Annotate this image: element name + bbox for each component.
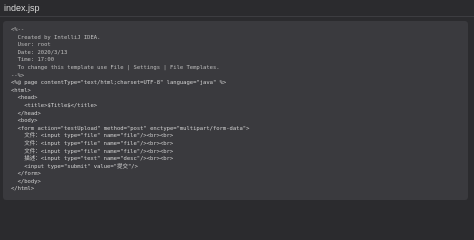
code-line: <%@ page contentType="text/html;charset=… [11, 80, 227, 87]
page-bottom-edge [0, 202, 474, 210]
code-line: <%-- [11, 27, 25, 33]
code-line: 文件：<input type="file" name="file"/><br><… [11, 140, 174, 147]
code-line: 文件：<input type="file" name="file"/><br><… [11, 133, 174, 140]
code-line: Time: 17:00 [11, 57, 55, 64]
code-line: <title>$Title$</title> [11, 102, 98, 109]
code-line: <html> [11, 87, 31, 94]
title-divider [0, 16, 474, 17]
code-line: </form> [11, 171, 41, 178]
code-block[interactable]: <%-- Created by IntelliJ IDEA. User: roo… [3, 21, 468, 200]
code-line: User: root [11, 42, 51, 49]
code-viewer-page: index.jsp <%-- Created by IntelliJ IDEA.… [0, 0, 474, 210]
file-name-title: index.jsp [4, 3, 40, 13]
code-line: 描述：<input type="text" name="desc"/><br><… [11, 156, 174, 163]
code-line: <head> [11, 95, 38, 102]
code-line: </html> [11, 186, 35, 193]
code-line: <input type="submit" value="提交"/> [11, 163, 138, 170]
code-line: 文件：<input type="file" name="file"/><br><… [11, 148, 174, 155]
code-lines: <%-- Created by IntelliJ IDEA. User: roo… [11, 27, 249, 194]
code-line: <body> [11, 118, 38, 125]
code-line: Date: 2020/3/13 [11, 49, 68, 56]
code-line: --%> [11, 72, 25, 79]
code-line: </head> [11, 110, 41, 117]
code-line: Created by IntelliJ IDEA. [11, 34, 101, 41]
code-line: To change this template use File | Setti… [11, 64, 220, 71]
code-line: </body> [11, 178, 41, 185]
